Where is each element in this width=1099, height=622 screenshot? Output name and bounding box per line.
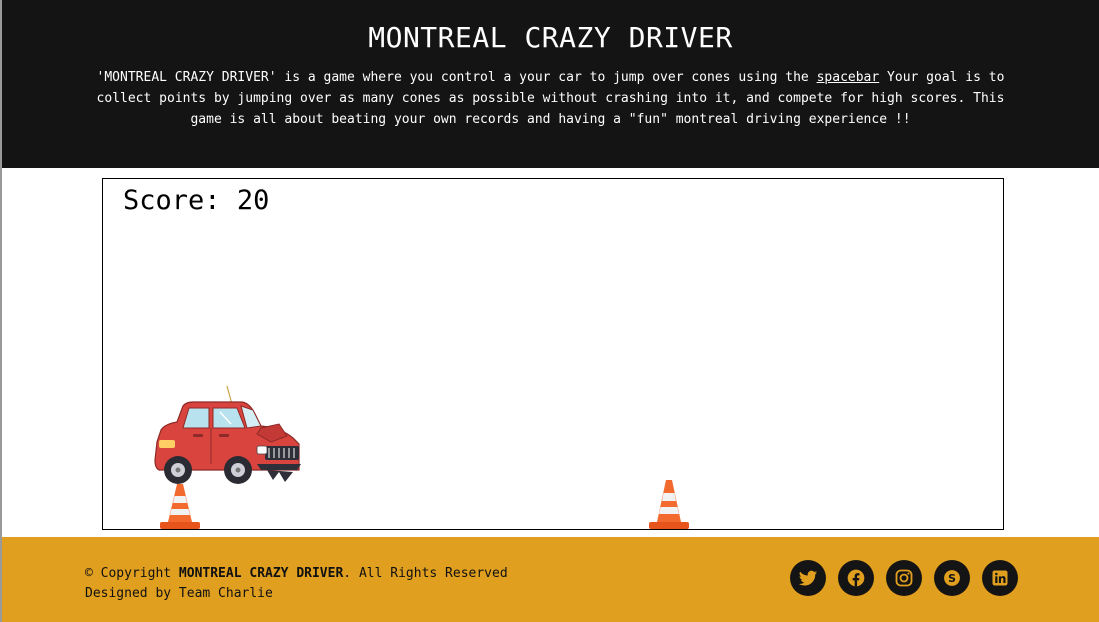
linkedin-icon	[992, 570, 1008, 586]
copyright-line: © Copyright MONTREAL CRAZY DRIVER. All R…	[85, 564, 508, 584]
score-value: 20	[236, 185, 270, 216]
footer-credits: © Copyright MONTREAL CRAZY DRIVER. All R…	[85, 564, 508, 604]
page-title: MONTREAL CRAZY DRIVER	[368, 21, 733, 54]
copyright-prefix: © Copyright	[85, 566, 179, 581]
traffic-cone-sprite	[160, 484, 200, 529]
svg-text:S: S	[948, 572, 956, 585]
copyright-suffix: . All Rights Reserved	[343, 566, 508, 581]
twitter-icon	[798, 570, 818, 586]
score-display: Score: 20	[123, 185, 269, 216]
skype-icon: S	[944, 570, 960, 586]
game-description: 'MONTREAL CRAZY DRIVER' is a game where …	[81, 67, 1021, 130]
social-links: S	[790, 560, 1018, 596]
description-text-start: 'MONTREAL CRAZY DRIVER' is a game where …	[96, 70, 817, 85]
facebook-icon	[847, 569, 865, 587]
copyright-brand: MONTREAL CRAZY DRIVER	[178, 566, 344, 581]
score-label: Score:	[123, 185, 221, 216]
twitter-link[interactable]	[790, 560, 826, 596]
page-footer: © Copyright MONTREAL CRAZY DRIVER. All R…	[2, 537, 1099, 622]
spacebar-key-text: spacebar	[816, 70, 880, 85]
linkedin-link[interactable]	[982, 560, 1018, 596]
traffic-cone-sprite	[649, 480, 689, 529]
crashed-car-sprite	[154, 385, 301, 484]
game-canvas[interactable]: Score: 20	[102, 178, 1004, 530]
designed-by-line: Designed by Team Charlie	[85, 586, 273, 601]
skype-link[interactable]: S	[934, 560, 970, 596]
facebook-link[interactable]	[838, 560, 874, 596]
page-header: MONTREAL CRAZY DRIVER 'MONTREAL CRAZY DR…	[2, 0, 1099, 168]
instagram-icon	[895, 569, 913, 587]
instagram-link[interactable]	[886, 560, 922, 596]
